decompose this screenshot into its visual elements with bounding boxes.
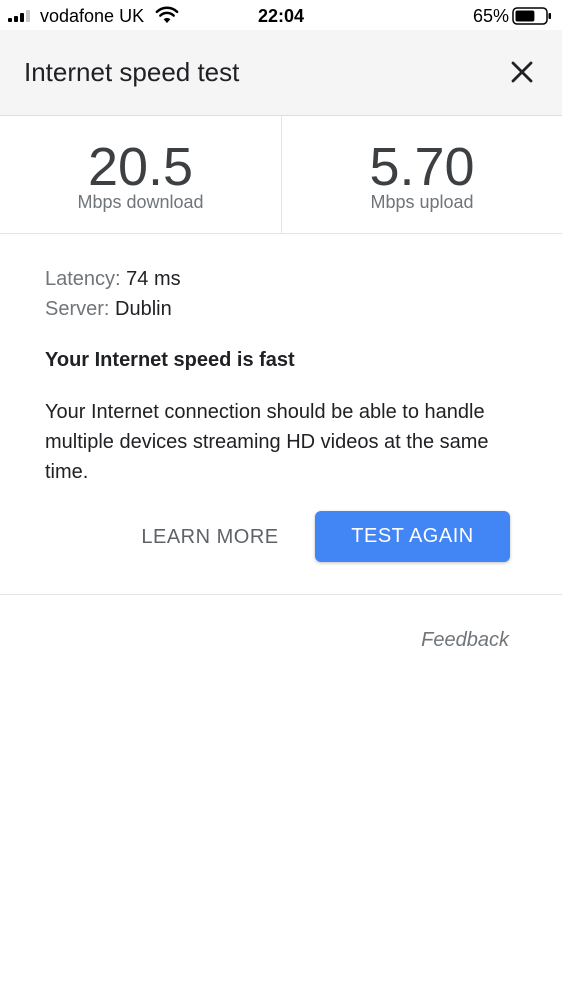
dialog-header: Internet speed test [0, 30, 562, 116]
close-icon [511, 61, 533, 83]
latency-value: 74 ms [126, 268, 181, 290]
upload-result: 5.70 Mbps upload [282, 116, 562, 233]
divider [0, 594, 562, 595]
download-result: 20.5 Mbps download [0, 116, 282, 233]
server-label: Server: [45, 298, 110, 320]
speed-results: 20.5 Mbps download 5.70 Mbps upload [0, 116, 562, 234]
server-value: Dublin [115, 298, 172, 320]
page-title: Internet speed test [24, 57, 240, 87]
close-button[interactable] [504, 54, 540, 90]
upload-speed-value: 5.70 [369, 137, 475, 197]
speed-verdict-description: Your Internet connection should be able … [45, 401, 489, 483]
battery-icon [512, 7, 551, 25]
latency-label: Latency: [45, 268, 121, 290]
download-speed-unit: Mbps download [77, 192, 204, 212]
speed-verdict-heading: Your Internet speed is fast [45, 349, 295, 371]
status-bar: vodafone UK 22:04 65% [0, 0, 562, 30]
download-speed-value: 20.5 [87, 137, 194, 197]
test-again-button[interactable]: TEST AGAIN [315, 511, 510, 562]
feedback-link[interactable]: Feedback [421, 627, 509, 653]
latency-row: Latency: 74 ms [45, 266, 181, 292]
battery-percent: 65% [472, 6, 509, 26]
learn-more-button[interactable]: LEARN MORE [130, 512, 290, 562]
server-row: Server: Dublin [45, 296, 172, 322]
upload-speed-unit: Mbps upload [370, 192, 474, 212]
